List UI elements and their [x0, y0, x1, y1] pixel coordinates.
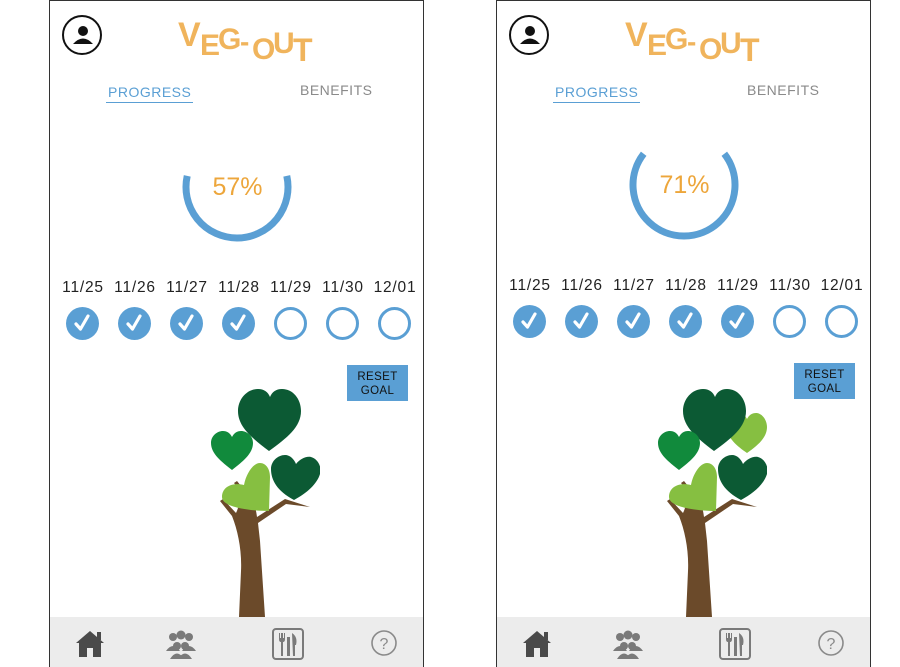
help-icon[interactable]: ? — [813, 625, 849, 661]
bottom-navbar: ? — [497, 617, 870, 667]
profile-button[interactable] — [509, 15, 549, 55]
svg-text:O: O — [699, 33, 722, 66]
svg-text:E: E — [200, 29, 220, 62]
phone-screen-57: V E G - O U T PROGRESS BENEFITS 57% 11/2… — [49, 0, 424, 667]
day-checkbox[interactable] — [274, 307, 307, 340]
day-label: 12/01 — [373, 279, 417, 296]
day-label: 12/01 — [820, 277, 864, 294]
date-row: 11/25 11/26 11/27 11/28 11/29 11/30 12/0… — [57, 279, 419, 299]
help-icon[interactable]: ? — [366, 625, 402, 661]
community-icon[interactable] — [610, 625, 646, 661]
svg-text:-: - — [687, 26, 696, 57]
tab-benefits[interactable]: BENEFITS — [747, 82, 819, 98]
reset-goal-button[interactable]: RESET GOAL — [347, 365, 408, 401]
day-checkbox[interactable] — [565, 305, 598, 338]
svg-text:G: G — [665, 23, 688, 56]
day-label: 11/29 — [717, 277, 759, 294]
day-label: 11/27 — [166, 279, 208, 296]
community-icon[interactable] — [163, 625, 199, 661]
day-label: 11/30 — [769, 277, 811, 294]
reset-label: RESET — [804, 369, 845, 381]
heart-mid-green — [211, 431, 253, 470]
svg-text:T: T — [740, 32, 760, 68]
day-label: 11/29 — [270, 279, 312, 296]
veg-out-logo: V E G - O U T — [178, 16, 313, 68]
svg-text:?: ? — [827, 636, 836, 653]
progress-percent: 71% — [659, 171, 710, 199]
svg-text:U: U — [273, 27, 295, 60]
checkbox-row — [57, 307, 419, 343]
checkbox-row — [504, 305, 866, 341]
heart-tree-illustration — [211, 389, 320, 617]
checkmark-icon — [74, 314, 90, 331]
day-checkbox[interactable] — [118, 307, 151, 340]
checkmark-icon — [729, 312, 745, 329]
day-checkbox[interactable] — [513, 305, 546, 338]
bottom-navbar: ? — [50, 617, 423, 667]
home-icon[interactable] — [72, 625, 108, 661]
day-checkbox[interactable] — [378, 307, 411, 340]
svg-text:V: V — [178, 16, 201, 54]
day-checkbox[interactable] — [66, 307, 99, 340]
tab-benefits[interactable]: BENEFITS — [300, 82, 372, 98]
day-label: 11/26 — [561, 277, 603, 294]
checkmark-icon — [126, 314, 142, 331]
checkmark-icon — [521, 312, 537, 329]
heart-light-green — [222, 463, 270, 511]
heart-dark-green — [271, 455, 320, 500]
svg-text:-: - — [240, 26, 249, 57]
checkmark-icon — [178, 314, 194, 331]
goal-label: GOAL — [360, 385, 395, 397]
svg-text:E: E — [647, 29, 667, 62]
checkmark-icon — [677, 312, 693, 329]
day-label: 11/27 — [613, 277, 655, 294]
day-label: 11/30 — [322, 279, 364, 296]
goal-label: GOAL — [807, 383, 842, 395]
svg-text:U: U — [720, 27, 742, 60]
day-label: 11/28 — [665, 277, 707, 294]
day-checkbox[interactable] — [825, 305, 858, 338]
checkmark-icon — [230, 314, 246, 331]
reset-goal-button[interactable]: RESET GOAL — [794, 363, 855, 399]
user-icon — [73, 26, 93, 44]
veg-out-logo: V E G - O U T — [625, 16, 760, 68]
svg-text:O: O — [252, 33, 275, 66]
progress-percent: 57% — [212, 173, 263, 201]
meals-icon[interactable] — [717, 625, 753, 661]
svg-text:?: ? — [380, 636, 389, 653]
day-label: 11/25 — [509, 277, 551, 294]
user-icon — [520, 26, 540, 44]
heart-mid-green — [658, 431, 700, 470]
reset-label: RESET — [357, 371, 398, 383]
heart-tree-illustration — [658, 389, 767, 617]
heart-dark-green — [718, 455, 767, 500]
tab-progress[interactable]: PROGRESS — [553, 84, 641, 103]
checkmark-icon — [625, 312, 641, 329]
svg-text:G: G — [218, 23, 241, 56]
day-checkbox[interactable] — [773, 305, 806, 338]
day-checkbox[interactable] — [721, 305, 754, 338]
day-checkbox[interactable] — [617, 305, 650, 338]
day-label: 11/26 — [114, 279, 156, 296]
day-label: 11/25 — [62, 279, 104, 296]
svg-text:T: T — [293, 32, 313, 68]
tab-progress[interactable]: PROGRESS — [106, 84, 194, 103]
day-checkbox[interactable] — [669, 305, 702, 338]
day-label: 11/28 — [218, 279, 260, 296]
phone-screen-71: V E G - O U T PROGRESS BENEFITS 71% 11/2… — [496, 0, 871, 667]
day-checkbox[interactable] — [170, 307, 203, 340]
day-checkbox[interactable] — [222, 307, 255, 340]
meals-icon[interactable] — [270, 625, 306, 661]
home-icon[interactable] — [519, 625, 555, 661]
profile-button[interactable] — [62, 15, 102, 55]
day-checkbox[interactable] — [326, 307, 359, 340]
date-row: 11/25 11/26 11/27 11/28 11/29 11/30 12/0… — [504, 277, 866, 297]
heart-light-green — [669, 463, 717, 511]
svg-text:V: V — [625, 16, 648, 54]
checkmark-icon — [573, 312, 589, 329]
